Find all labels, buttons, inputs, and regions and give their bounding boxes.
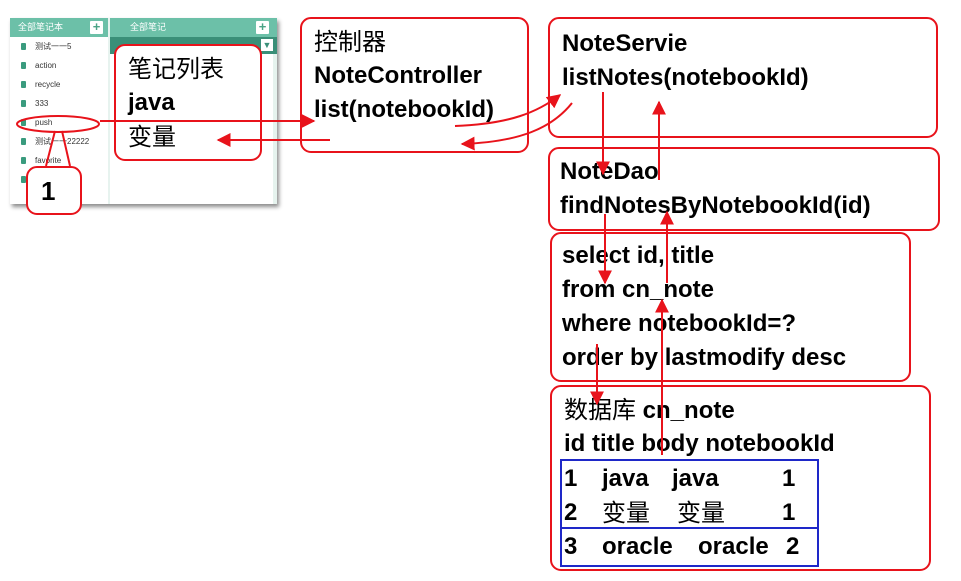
marker-pointer-right bbox=[61, 130, 71, 167]
arrow-controller-to-service bbox=[454, 94, 562, 127]
marker-pointer-left bbox=[45, 130, 56, 167]
flow-arrows bbox=[16, 92, 674, 455]
push-highlight-ellipse bbox=[16, 115, 100, 133]
